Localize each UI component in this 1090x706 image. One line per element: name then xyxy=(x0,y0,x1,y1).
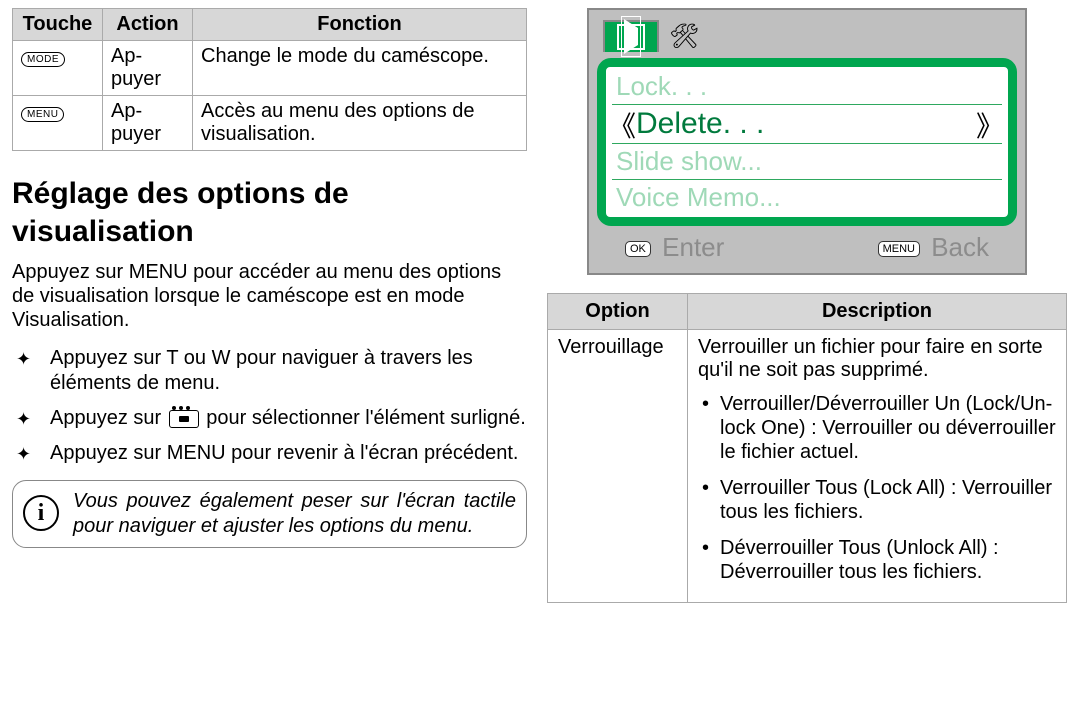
menu-button-icon: MENU xyxy=(878,241,920,257)
cell-action: Ap-puyer xyxy=(103,96,193,151)
wrench-icon[interactable]: 🛠 xyxy=(669,22,699,51)
cell-description: Verrouiller un fichier pour faire en sor… xyxy=(688,330,1067,603)
camera-icon xyxy=(169,410,199,428)
desc-intro: Verrouiller un fichier pour faire en sor… xyxy=(698,336,1043,381)
intro-paragraph: Appuyez sur MENU pour accéder au menu de… xyxy=(12,260,527,332)
col-action: Action xyxy=(103,9,193,41)
play-icon xyxy=(617,24,645,50)
col-description: Description xyxy=(688,294,1067,330)
text-post: pour sélectionner l'élément surligné. xyxy=(206,407,526,429)
instruction-list: Appuyez sur T ou W pour naviguer à trave… xyxy=(12,346,527,466)
ok-button-icon: OK xyxy=(625,241,651,257)
cell-fonction: Accès au menu des options de visualisati… xyxy=(193,96,527,151)
menu-button-icon: MENU xyxy=(21,107,64,122)
list-item: Appuyez sur T ou W pour naviguer à trave… xyxy=(40,346,527,396)
text-pre: Appuyez sur xyxy=(50,407,167,429)
info-note: i Vous pouvez également peser sur l'écra… xyxy=(12,480,527,548)
device-screen: 🛠 Lock. . . Delete. . . Slide show... Vo… xyxy=(587,8,1027,275)
menu-item-slideshow[interactable]: Slide show... xyxy=(612,144,1002,180)
desc-bullets: Verrouiller/Déverrouiller Un (Lock/Un-lo… xyxy=(698,392,1056,584)
cell-option: Verrouillage xyxy=(548,330,688,603)
footer-enter-label: Enter xyxy=(662,232,724,262)
table-row: Verrouillage Verrouiller un fichier pour… xyxy=(548,330,1067,603)
table-row: MODE Ap-puyer Change le mode du caméscop… xyxy=(13,41,527,96)
list-item: Appuyez sur MENU pour revenir à l'écran … xyxy=(40,441,527,466)
footer-enter[interactable]: OK Enter xyxy=(625,232,724,263)
menu-item-voicememo[interactable]: Voice Memo... xyxy=(612,180,1002,215)
cell-fonction: Change le mode du caméscope. xyxy=(193,41,527,96)
info-icon: i xyxy=(23,495,59,531)
right-column: 🛠 Lock. . . Delete. . . Slide show... Vo… xyxy=(547,8,1067,698)
footer-back-label: Back xyxy=(931,232,989,262)
list-item: Verrouiller/Déverrouiller Un (Lock/Un-lo… xyxy=(702,392,1056,464)
mode-button-icon: MODE xyxy=(21,52,65,67)
list-item: Déverrouiller Tous (Unlock All) : Déverr… xyxy=(702,536,1056,584)
footer-back[interactable]: MENU Back xyxy=(878,232,989,263)
screen-footer: OK Enter MENU Back xyxy=(597,226,1017,271)
cell-action: Ap-puyer xyxy=(103,41,193,96)
key-action-table: Touche Action Fonction MODE Ap-puyer Cha… xyxy=(12,8,527,151)
note-text: Vous pouvez également peser sur l'écran … xyxy=(73,490,516,537)
table-row: MENU Ap-puyer Accès au menu des options … xyxy=(13,96,527,151)
col-touche: Touche xyxy=(13,9,103,41)
left-column: Touche Action Fonction MODE Ap-puyer Cha… xyxy=(12,8,527,698)
playback-tab[interactable] xyxy=(603,20,659,52)
menu-item-delete[interactable]: Delete. . . xyxy=(612,105,1002,144)
screen-menu: Lock. . . Delete. . . Slide show... Voic… xyxy=(597,58,1017,226)
list-item: Verrouiller Tous (Lock All) : Verrouille… xyxy=(702,476,1056,524)
cell-touche: MENU xyxy=(13,96,103,151)
cell-touche: MODE xyxy=(13,41,103,96)
col-option: Option xyxy=(548,294,688,330)
section-title: Réglage des options de visualisation xyxy=(12,175,527,250)
options-table: Option Description Verrouillage Verrouil… xyxy=(547,293,1067,603)
list-item: Appuyez sur pour sélectionner l'élément … xyxy=(40,406,527,431)
screen-topbar: 🛠 xyxy=(597,16,1017,58)
col-fonction: Fonction xyxy=(193,9,527,41)
menu-item-lock[interactable]: Lock. . . xyxy=(612,69,1002,105)
